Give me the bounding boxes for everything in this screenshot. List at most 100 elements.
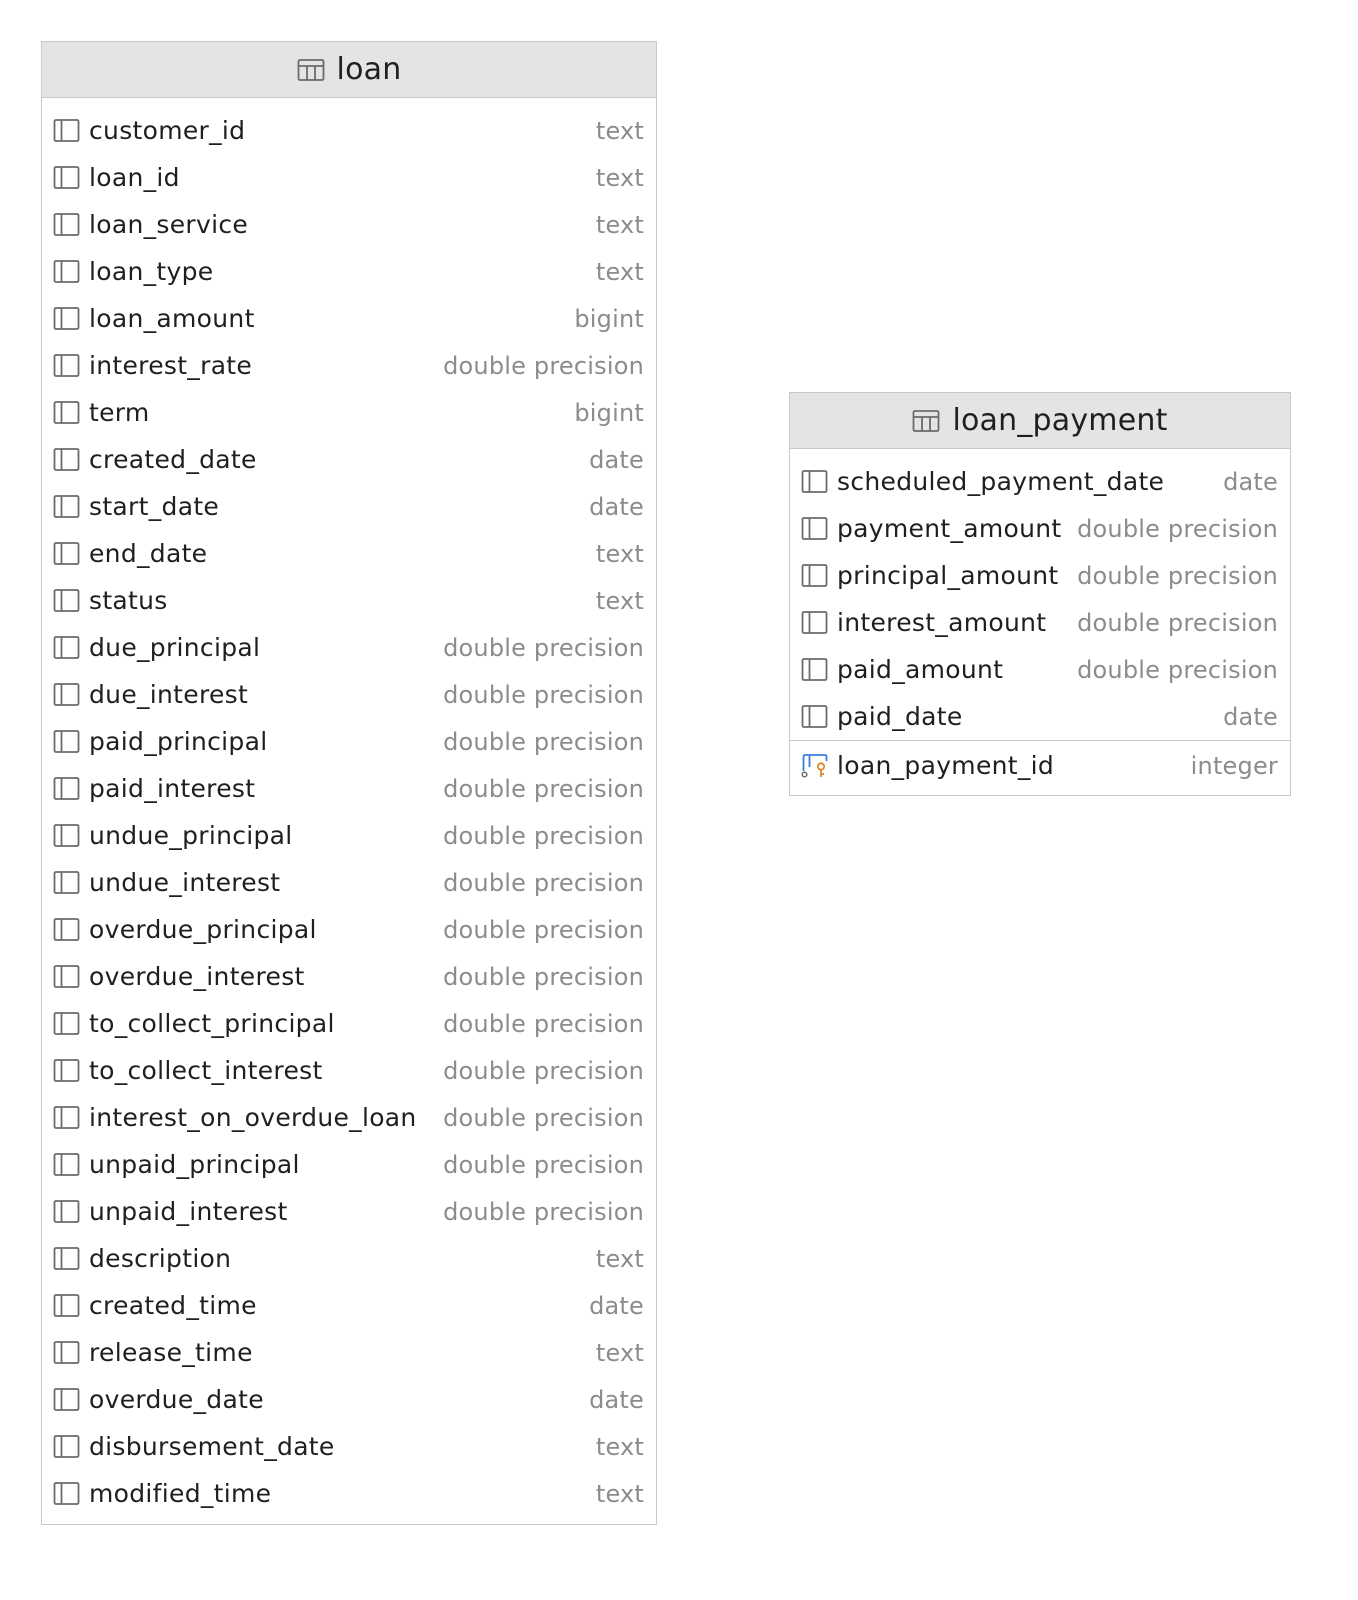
column-type: text (595, 163, 644, 192)
column-row[interactable]: undue_principal double precision (42, 812, 656, 859)
column-name: payment_amount (837, 514, 1062, 543)
column-icon (53, 213, 80, 236)
column-row[interactable]: start_date date (42, 483, 656, 530)
column-type: text (595, 1338, 644, 1367)
column-name: status (89, 586, 168, 615)
column-icon (53, 730, 80, 753)
column-row[interactable]: to_collect_principal double precision (42, 1000, 656, 1047)
column-row[interactable]: status text (42, 577, 656, 624)
column-name: paid_interest (89, 774, 256, 803)
column-row[interactable]: created_time date (42, 1282, 656, 1329)
column-row[interactable]: overdue_date date (42, 1376, 656, 1423)
column-icon (801, 517, 828, 540)
column-type: double precision (443, 1103, 644, 1132)
column-name: loan_service (89, 210, 249, 239)
column-row[interactable]: end_date text (42, 530, 656, 577)
column-row[interactable]: release_time text (42, 1329, 656, 1376)
table-header[interactable]: loan_payment (790, 393, 1290, 449)
table-header[interactable]: loan (42, 42, 656, 98)
column-row[interactable]: scheduled_payment_date date (790, 458, 1290, 505)
column-type: double precision (443, 821, 644, 850)
column-row[interactable]: due_interest double precision (42, 671, 656, 718)
column-name: paid_amount (837, 655, 1004, 684)
column-icon (53, 354, 80, 377)
column-name: overdue_date (89, 1385, 264, 1414)
column-row[interactable]: payment_amount double precision (790, 505, 1290, 552)
column-row[interactable]: overdue_principal double precision (42, 906, 656, 953)
column-row[interactable]: disbursement_date text (42, 1423, 656, 1470)
column-row[interactable]: paid_amount double precision (790, 646, 1290, 693)
column-type: double precision (443, 915, 644, 944)
column-row[interactable]: paid_principal double precision (42, 718, 656, 765)
column-type: text (595, 210, 644, 239)
loan-payment-table[interactable]: loan_payment scheduled_payment_date date p… (789, 392, 1291, 796)
column-name: modified_time (89, 1479, 272, 1508)
column-icon (53, 1482, 80, 1505)
column-row[interactable]: due_principal double precision (42, 624, 656, 671)
column-name: undue_principal (89, 821, 293, 850)
column-row[interactable]: paid_interest double precision (42, 765, 656, 812)
column-type: double precision (443, 1009, 644, 1038)
column-row[interactable]: unpaid_principal double precision (42, 1141, 656, 1188)
column-icon (53, 636, 80, 659)
column-row[interactable]: principal_amount double precision (790, 552, 1290, 599)
column-name: loan_id (89, 163, 180, 192)
column-icon (53, 1388, 80, 1411)
column-row[interactable]: loan_amount bigint (42, 295, 656, 342)
column-name: interest_rate (89, 351, 253, 380)
column-type: double precision (1077, 655, 1278, 684)
column-name: paid_principal (89, 727, 268, 756)
column-icon (53, 1247, 80, 1270)
column-row[interactable]: customer_id text (42, 107, 656, 154)
column-name: loan_type (89, 257, 214, 286)
column-icon (801, 705, 828, 728)
column-name: loan_payment_id (837, 751, 1055, 780)
column-type: date (1223, 702, 1278, 731)
column-name: disbursement_date (89, 1432, 335, 1461)
column-row[interactable]: interest_rate double precision (42, 342, 656, 389)
column-row[interactable]: loan_id text (42, 154, 656, 201)
column-list: scheduled_payment_date date payment_amount… (790, 449, 1290, 740)
column-type: text (595, 539, 644, 568)
column-name: overdue_principal (89, 915, 317, 944)
column-icon (53, 166, 80, 189)
column-row[interactable]: description text (42, 1235, 656, 1282)
column-row[interactable]: loan_service text (42, 201, 656, 248)
column-name: start_date (89, 492, 220, 521)
column-name: due_principal (89, 633, 261, 662)
column-name: created_date (89, 445, 257, 474)
column-row[interactable]: interest_amount double precision (790, 599, 1290, 646)
column-row[interactable]: term bigint (42, 389, 656, 436)
column-type: text (595, 257, 644, 286)
column-icon (801, 658, 828, 681)
column-type: double precision (443, 868, 644, 897)
table-title: loan_payment (952, 403, 1168, 438)
column-row[interactable]: undue_interest double precision (42, 859, 656, 906)
column-name: principal_amount (837, 561, 1059, 590)
column-row[interactable]: unpaid_interest double precision (42, 1188, 656, 1235)
column-name: scheduled_payment_date (837, 467, 1165, 496)
column-icon (53, 1435, 80, 1458)
column-type: double precision (443, 1056, 644, 1085)
primary-key-column-icon (801, 754, 828, 778)
column-row[interactable]: to_collect_interest double precision (42, 1047, 656, 1094)
column-icon (53, 1012, 80, 1035)
column-icon (53, 307, 80, 330)
column-name: unpaid_principal (89, 1150, 300, 1179)
column-name: interest_amount (837, 608, 1047, 637)
loan-table[interactable]: loan customer_id text loan_id text loan_serv… (41, 41, 657, 1525)
column-icon (53, 495, 80, 518)
column-name: term (89, 398, 150, 427)
column-row[interactable]: overdue_interest double precision (42, 953, 656, 1000)
column-row[interactable]: loan_type text (42, 248, 656, 295)
column-icon (53, 1106, 80, 1129)
column-name: overdue_interest (89, 962, 305, 991)
column-row[interactable]: modified_time text (42, 1470, 656, 1517)
column-name: customer_id (89, 116, 246, 145)
column-type: double precision (443, 1197, 644, 1226)
column-row[interactable]: created_date date (42, 436, 656, 483)
column-icon (53, 542, 80, 565)
column-row[interactable]: paid_date date (790, 693, 1290, 740)
key-column-row[interactable]: loan_payment_id integer (790, 742, 1290, 789)
column-row[interactable]: interest_on_overdue_loan double precision (42, 1094, 656, 1141)
